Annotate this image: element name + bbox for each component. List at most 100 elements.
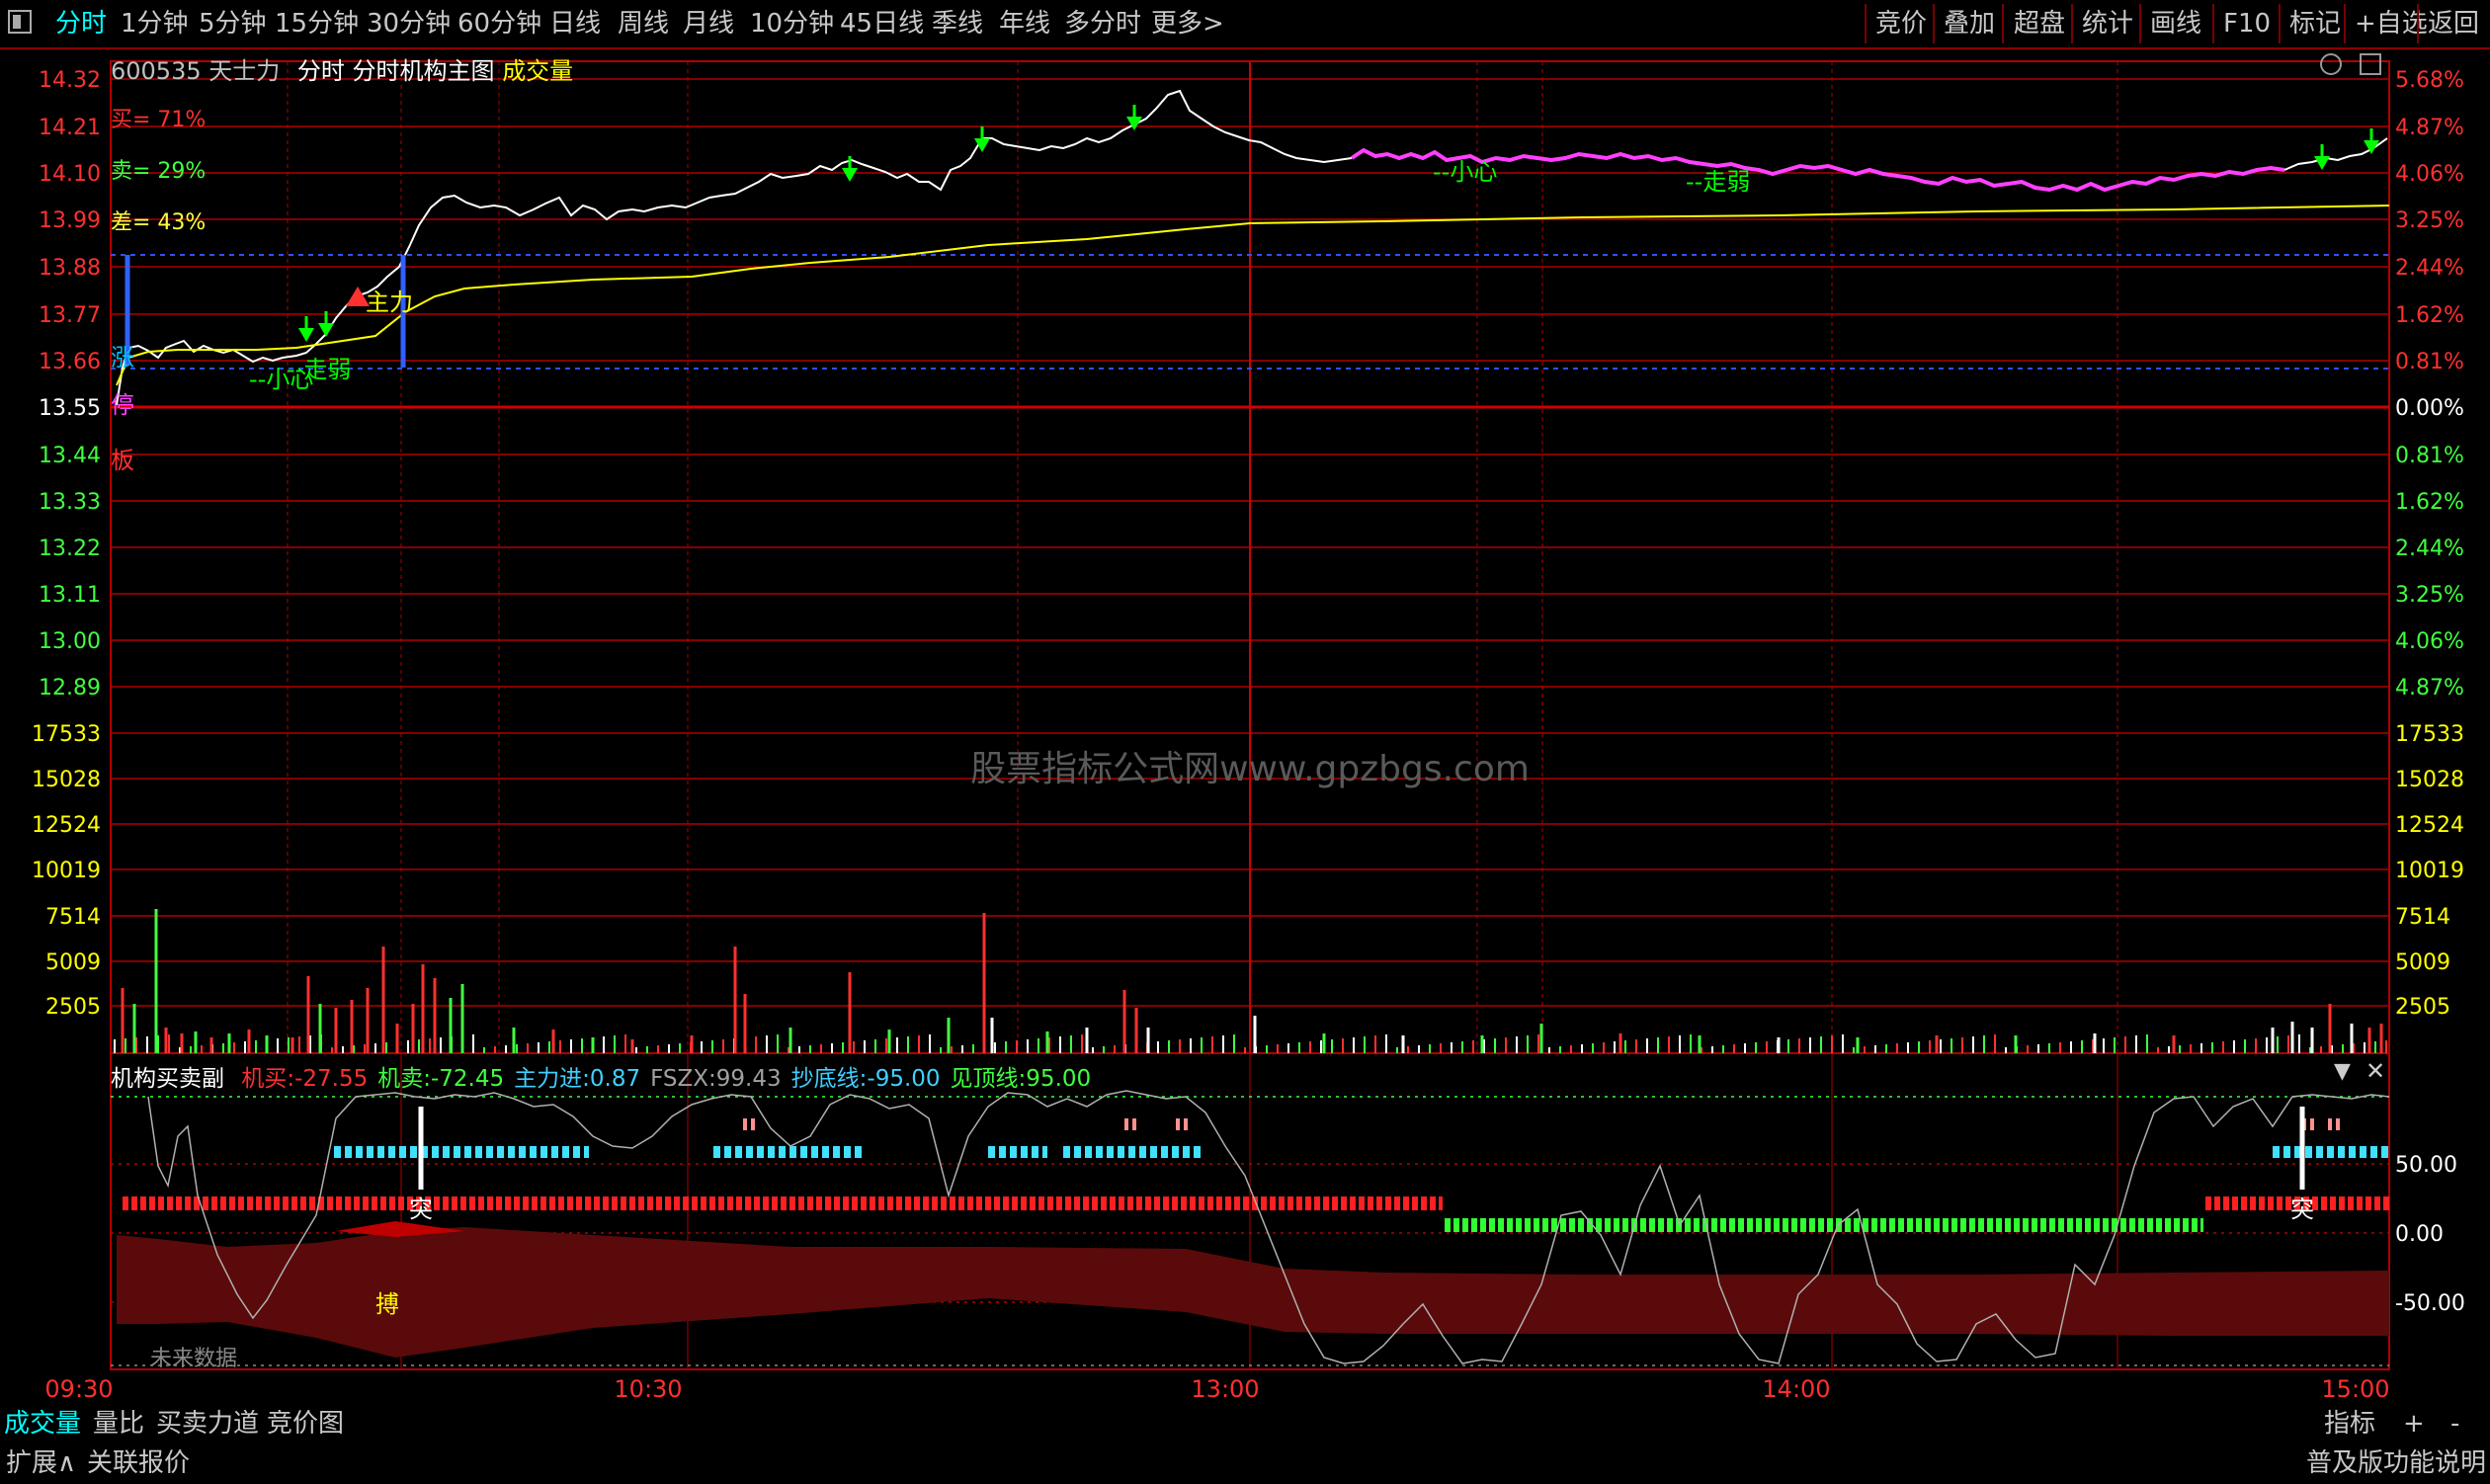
indicator-header: 机构买卖副 机买:-27.55 机卖:-72.45 主力进:0.87 FSZX:99.… [111,1059,1091,1093]
toolbar-button-6[interactable]: 标记 [2289,0,2341,47]
indicator-item-2: 主力进:0.87 [514,1066,640,1092]
price-tick: 14.32 [39,68,101,93]
percent-tick: 0.81% [2395,444,2464,468]
toolbar-button-5[interactable]: F10 [2223,0,2271,47]
indicator-item-label: 抄底线: [790,1066,868,1092]
side-mark: 板 [111,447,134,474]
toolbar-button-4[interactable]: 画线 [2150,0,2201,47]
percent-tick: 4.87% [2395,116,2464,140]
price-tick: 13.77 [39,303,101,328]
time-label: 10:30 [614,1375,682,1403]
period-tab-5[interactable]: 60分钟 [457,0,541,47]
period-tab-0[interactable]: 分时 [55,0,107,47]
period-tab-13[interactable]: 多分时 [1064,0,1141,47]
toolbar-button-8[interactable]: 返回 [2428,0,2479,47]
indicator-item-0: 机买:-27.55 [241,1066,368,1092]
indicator-item-4: 抄底线:-95.00 [791,1066,941,1092]
period-tab-10[interactable]: 45日线 [840,0,924,47]
sidebar-toggle-icon[interactable] [8,10,32,34]
side-mark: 停 [111,391,134,419]
bottom-right-button-2[interactable]: - [2450,1405,2459,1443]
volume-tick-right: 2505 [2395,995,2450,1020]
percent-tick: 4.87% [2395,676,2464,701]
bottom-tab-3[interactable]: 竞价图 [267,1405,344,1443]
period-tab-9[interactable]: 10分钟 [750,0,834,47]
stock-name: 天士力 [208,57,281,85]
volume-tick: 10019 [32,859,101,883]
bottom-right-button-0[interactable]: 指标 [2324,1405,2375,1443]
toolbar-button-2[interactable]: 超盘 [2014,0,2065,47]
indicator-item-value: 95.00 [1026,1066,1092,1092]
toolbar-separator [2071,4,2073,43]
toolbar-separator [2417,4,2419,43]
time-label: 13:00 [1191,1375,1259,1403]
price-tick: 14.10 [39,162,101,187]
period-tab-14[interactable]: 更多> [1151,0,1224,47]
dropdown-icon[interactable]: ▼ [2334,1059,2351,1084]
price-tick: 13.66 [39,350,101,374]
volume-tick-right: 15028 [2395,768,2464,792]
side-mark: 涨 [111,344,134,371]
close-icon[interactable]: ✕ [2366,1057,2385,1085]
bottom-tab-2[interactable]: 买卖力道 [156,1405,259,1443]
help-link[interactable]: 普及版功能说明 [2306,1444,2486,1482]
percent-tick: 1.62% [2395,303,2464,328]
bottom-right-button-1[interactable]: + [2403,1405,2425,1443]
indicator-mark: 突 [409,1195,433,1223]
volume-tick-right: 5009 [2395,950,2450,975]
future-data-label: 未来数据 [150,1347,237,1371]
volume-tick-right: 10019 [2395,859,2464,883]
period-tab-4[interactable]: 30分钟 [367,0,451,47]
price-tick: 12.89 [39,676,101,701]
bottom-tab-0[interactable]: 成交量 [4,1405,81,1443]
period-tab-6[interactable]: 日线 [549,0,601,47]
bottom-row2-button-0[interactable]: 扩展∧ [6,1444,76,1482]
chart-area: 14.32 14.21 14.10 13.99 13.88 13.77 13.66 13.55… [32,60,2465,1403]
indicator-mark: 搏 [375,1290,399,1318]
bottom-tab-1[interactable]: 量比 [93,1405,144,1443]
bottom-row2-button-1[interactable]: 关联报价 [87,1444,190,1482]
indicator-mark: 突 [2290,1195,2314,1223]
stock-header: 600535 天士力 分时 分时机构主图 成交量 [111,51,573,86]
indicator-item-3: FSZX:99.43 [650,1066,782,1092]
percent-tick: 4.06% [2395,162,2464,187]
price-tick: 13.33 [39,490,101,515]
indicator-name: 分时机构主图 [352,57,495,85]
settings-icon[interactable] [2320,53,2342,75]
chart-annotation: 主力 [366,289,413,316]
toolbar-separator [2344,4,2346,43]
percent-tick: 0.81% [2395,350,2464,374]
price-tick: 13.11 [39,583,101,608]
indicator-item-label: FSZX: [650,1066,716,1092]
stat-label: 买= 71% [111,108,206,132]
period-tab-11[interactable]: 季线 [932,0,983,47]
down-arrow-icon [2314,156,2330,170]
time-label: 14:00 [1762,1375,1830,1403]
volume-tick-right: 7514 [2395,905,2450,930]
chart-annotation: --走弱 [287,356,351,383]
period-tab-1[interactable]: 1分钟 [121,0,189,47]
period-tab-2[interactable]: 5分钟 [199,0,267,47]
period-tab-8[interactable]: 月线 [683,0,734,47]
period-tab-3[interactable]: 15分钟 [275,0,359,47]
down-arrow-icon [842,168,858,182]
price-tick: 13.88 [39,256,101,281]
volume-tick: 15028 [32,768,101,792]
toolbar-separator [2139,4,2141,43]
period-tab-12[interactable]: 年线 [999,0,1050,47]
toolbar-button-3[interactable]: 统计 [2082,0,2133,47]
indicator-tick: 0.00 [2395,1222,2444,1247]
price-tick: 13.44 [39,444,101,468]
toolbar-separator [1933,4,1935,43]
period-toolbar: 分时 1分钟 5分钟 15分钟 30分钟 60分钟 日线 周线 月线 10分钟 45日线 季线 年线 多分… [0,0,2490,49]
chart-mode: 分时 [296,57,345,85]
window-icon[interactable] [2360,53,2381,75]
toolbar-separator [2212,4,2214,43]
indicator-item-label: 见顶线: [950,1066,1027,1092]
period-tab-7[interactable]: 周线 [618,0,669,47]
time-label: 15:00 [2321,1375,2389,1403]
toolbar-button-1[interactable]: 叠加 [1944,0,1995,47]
indicator-tick: 50.00 [2395,1153,2457,1178]
toolbar-button-0[interactable]: 竞价 [1875,0,1927,47]
indicator-values: 机买:-27.55 机卖:-72.45 主力进:0.87 FSZX:99.43 抄底线:… [231,1066,1091,1092]
